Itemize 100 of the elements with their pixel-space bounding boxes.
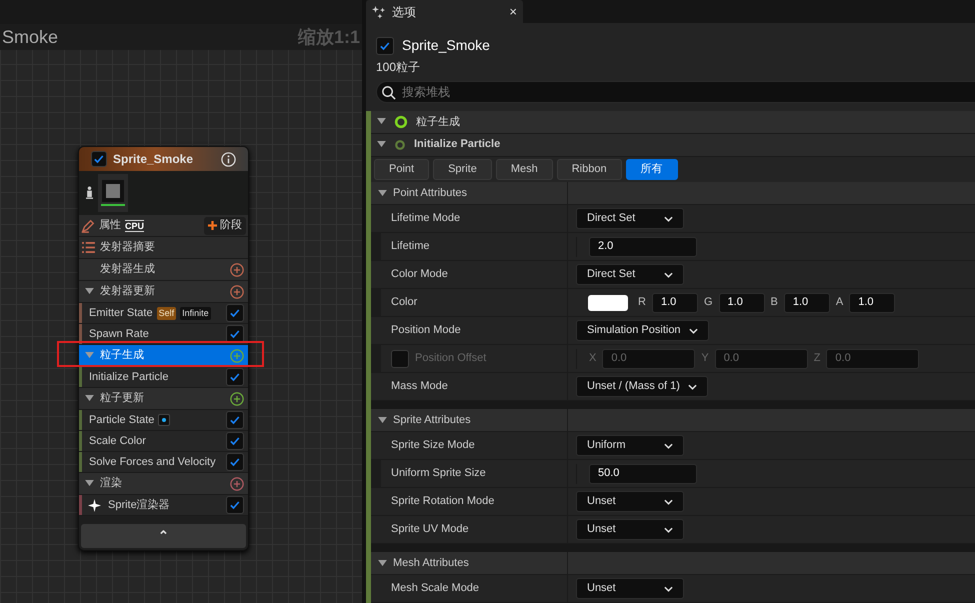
collapse-button[interactable]: ⌃ <box>81 524 246 548</box>
number-field[interactable]: 2.0 <box>589 236 697 256</box>
checkbox[interactable] <box>226 496 244 514</box>
filter-tab[interactable]: 所有 <box>626 158 678 180</box>
dropdown[interactable]: Unset <box>576 578 684 599</box>
property-label: Position Offset <box>415 351 486 366</box>
checkbox[interactable] <box>376 36 394 54</box>
stage-label: 粒子更新 <box>100 390 144 406</box>
dropdown[interactable]: Unset / (Mass of 1) <box>576 376 708 397</box>
filter-tab[interactable]: Point <box>374 158 430 180</box>
add-circle-icon[interactable] <box>230 476 244 490</box>
checkmark-icon <box>229 307 241 319</box>
chevron-down-icon <box>664 272 673 278</box>
chevron-down-icon <box>688 328 698 334</box>
property-label: Color <box>391 295 418 310</box>
expand-triangle-icon[interactable] <box>85 395 94 402</box>
search-field[interactable]: 搜索堆栈 <box>376 81 975 103</box>
checkbox[interactable] <box>226 411 244 429</box>
checkmark-icon <box>93 153 105 165</box>
properties-label[interactable]: 属性 <box>99 217 121 234</box>
stage-title: 粒子生成 <box>416 114 460 130</box>
property-label: Mesh Scale Mode <box>391 581 480 596</box>
filter-tab[interactable]: Mesh <box>496 158 553 180</box>
number-field[interactable]: 1.0 <box>849 292 896 312</box>
dropdown[interactable]: Uniform <box>576 435 684 456</box>
expand-triangle-icon[interactable] <box>85 288 94 295</box>
checkbox[interactable] <box>226 368 244 386</box>
dropdown[interactable]: Unset <box>576 519 684 540</box>
expand-triangle-icon[interactable] <box>377 118 386 126</box>
checkbox[interactable] <box>391 350 409 368</box>
checkbox[interactable] <box>226 432 244 450</box>
filter-tab[interactable]: Ribbon <box>556 158 622 180</box>
color-swatch[interactable] <box>588 294 628 310</box>
node-title: Sprite_Smoke <box>113 151 194 168</box>
particle-count: 100粒子 <box>376 59 422 76</box>
expand-triangle-icon[interactable] <box>378 560 387 566</box>
property-label: Sprite Size Mode <box>391 438 475 454</box>
number-field[interactable]: 1.0 <box>784 292 830 312</box>
chevron-down-icon <box>664 216 673 222</box>
add-stage-button[interactable]: 阶段 <box>204 216 246 234</box>
emitter-node[interactable]: Sprite_Smoke 属性 CPU 阶段 发射器摘要 发射器生成 发射器更新 Emitter State Self Infinite Spawn Rate 粒子生成 Initialize Particle 粒子更新 Particle State Scale Color Solve Forces and Velocity 渲染 Sprite渲染器 ⌃ <box>78 146 249 551</box>
checkmark-icon <box>229 328 241 340</box>
dropdown[interactable]: Simulation Position <box>576 320 709 341</box>
stage-label: 发射器更新 <box>100 284 155 300</box>
stage-row[interactable]: 渲染 <box>79 473 248 495</box>
property-label: Lifetime Mode <box>391 211 460 226</box>
sparkle-icon <box>88 498 101 512</box>
person-icon <box>85 186 94 200</box>
expand-triangle-icon[interactable] <box>378 190 387 196</box>
checkmark-icon <box>229 499 241 511</box>
dropdown[interactable]: Direct Set <box>576 208 684 229</box>
property-label: Position Mode <box>391 323 461 338</box>
emitter-name: Sprite_Smoke <box>402 36 490 55</box>
number-field[interactable]: 50.0 <box>589 464 697 484</box>
ring-icon <box>394 138 406 151</box>
expand-triangle-icon[interactable] <box>377 141 386 148</box>
stage-label: 发射器生成 <box>100 262 155 278</box>
tab-title: 选项 <box>392 4 416 20</box>
stage-label: 渲染 <box>100 476 122 492</box>
add-circle-icon[interactable] <box>230 392 244 406</box>
checkbox[interactable] <box>226 453 244 471</box>
info-icon[interactable] <box>221 152 236 166</box>
channel-label: G <box>704 295 713 310</box>
section-title[interactable]: Mesh Attributes <box>393 554 469 572</box>
stage-row[interactable]: 发射器生成 <box>79 259 248 281</box>
property-label: Sprite Rotation Mode <box>391 494 494 510</box>
thumbnail-preview[interactable] <box>98 174 128 212</box>
checkmark-icon <box>229 371 241 383</box>
ring-icon <box>394 114 408 129</box>
chevron-down-icon <box>664 526 673 532</box>
property-label: Uniform Sprite Size <box>391 466 486 482</box>
axis-label: Z <box>814 351 820 366</box>
filter-tab[interactable]: Sprite <box>433 158 492 180</box>
chevron-down-icon <box>664 442 673 448</box>
channel-label: A <box>836 295 844 310</box>
section-title[interactable]: Sprite Attributes <box>393 412 471 428</box>
dot-badge-icon <box>158 414 170 426</box>
number-field[interactable]: 1.0 <box>718 292 765 312</box>
options-tab[interactable]: 选项 × <box>366 0 523 23</box>
module-tag: Self <box>156 306 176 320</box>
zoom-label: 缩放1:1 <box>298 26 360 48</box>
sim-target-label: CPU <box>125 220 144 232</box>
stage-row[interactable]: 发射器更新 <box>79 281 248 303</box>
expand-triangle-icon[interactable] <box>378 416 387 424</box>
close-button[interactable]: × <box>509 2 517 22</box>
stage-row[interactable]: 粒子更新 <box>79 388 248 410</box>
graph-canvas[interactable]: Smoke 缩放1:1 Sprite_Smoke 属性 CPU 阶段 发射器摘要 发射器生成 发射器更新 Emitter State Self Infinite Spawn Rate 粒子生成 Initialize Particle 粒子更新 Particle State Scale Color Solve Forces and Velocity 渲染 Sprite渲染器 ⌃ <box>0 0 362 603</box>
add-circle-icon[interactable] <box>230 284 244 298</box>
add-circle-icon[interactable] <box>230 262 244 276</box>
module-label[interactable]: Emitter State <box>89 304 153 322</box>
checkmark-icon <box>229 414 241 426</box>
section-title[interactable]: Point Attributes <box>393 184 467 202</box>
property-label: Lifetime <box>391 239 430 254</box>
dropdown[interactable]: Unset <box>576 491 684 512</box>
expand-triangle-icon[interactable] <box>85 480 94 487</box>
axis-label: Y <box>701 351 709 366</box>
checkbox[interactable] <box>226 304 244 322</box>
number-field[interactable]: 1.0 <box>652 292 698 312</box>
checkbox[interactable] <box>91 151 107 167</box>
dropdown[interactable]: Direct Set <box>576 264 684 285</box>
